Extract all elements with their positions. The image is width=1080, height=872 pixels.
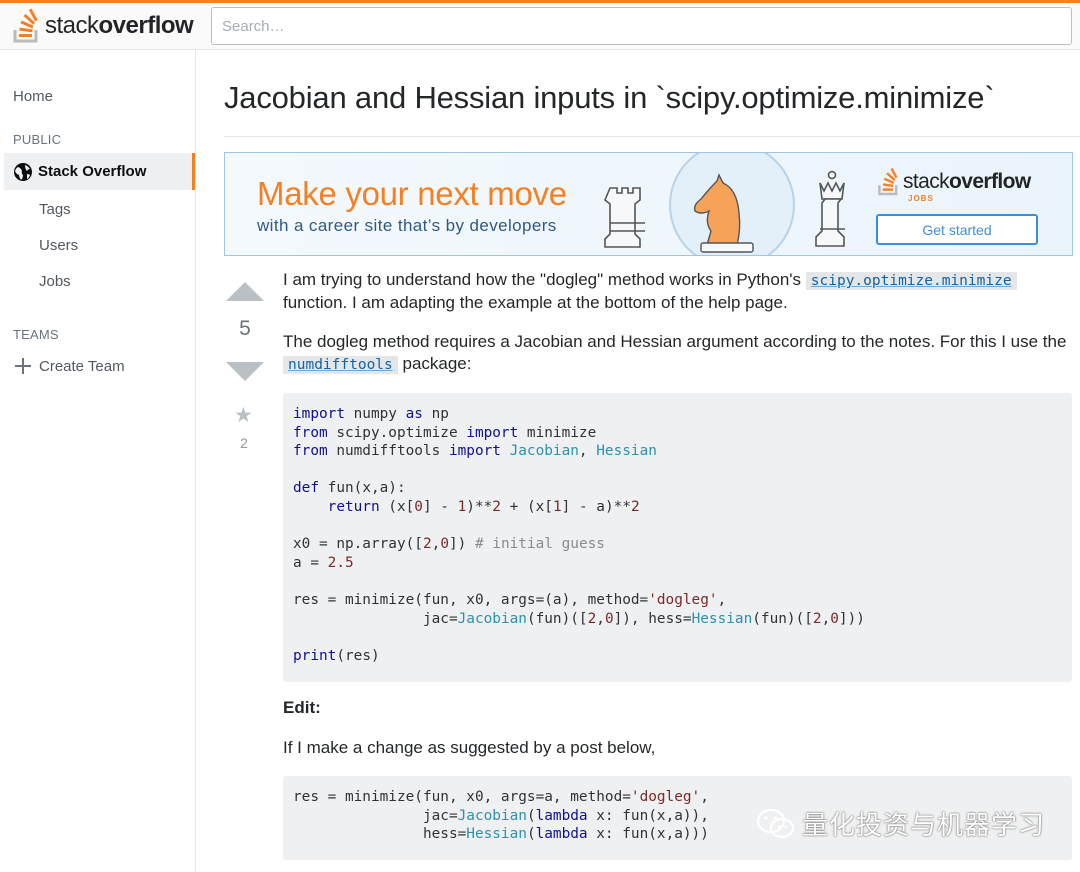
post-paragraph-2: The dogleg method requires a Jacobian an… xyxy=(283,331,1073,376)
jobs-ad-banner[interactable]: Make your next move with a career site t… xyxy=(224,152,1073,256)
sidebar-item-jobs[interactable]: Jobs xyxy=(39,273,71,290)
top-bar: stackoverflow xyxy=(0,0,1080,50)
left-sidebar: Home PUBLIC Stack Overflow Tags Users Jo… xyxy=(0,50,196,872)
downvote-arrow-icon[interactable] xyxy=(226,362,264,382)
post-text: function. I am adapting the example at t… xyxy=(283,293,788,312)
sidebar-item-home[interactable]: Home xyxy=(13,88,53,105)
post-text: The dogleg method requires a Jacobian an… xyxy=(283,332,1067,351)
scipy-minimize-link[interactable]: scipy.optimize.minimize xyxy=(805,272,1017,290)
ad-logo-bold: overflow xyxy=(949,170,1031,193)
code-line: import numpy as np xyxy=(293,406,449,422)
ad-jobs-tag: JOBS xyxy=(908,194,934,203)
post-text: package: xyxy=(397,354,472,373)
post-paragraph-1: I am trying to understand how the "dogle… xyxy=(283,269,1073,314)
sidebar-item-tags[interactable]: Tags xyxy=(39,201,71,218)
logo-text-bold: overflow xyxy=(98,12,194,39)
post-paragraph-3: If I make a change as suggested by a pos… xyxy=(283,738,656,757)
code-block-1[interactable]: import numpy as np from scipy.optimize im… xyxy=(283,393,1072,682)
favorite-star-icon[interactable]: ★ xyxy=(234,403,253,428)
numdifftools-link[interactable]: numdifftools xyxy=(283,356,398,374)
post-text: I am trying to understand how the "dogle… xyxy=(283,270,806,289)
code-line: return (x[0] - 1)**2 + (x[1] - a)**2 xyxy=(327,498,640,515)
code-line: jac=Jacobian(fun)([2,0]), hess=Hessian(f… xyxy=(293,610,865,627)
title-divider xyxy=(224,136,1080,137)
search-input[interactable] xyxy=(211,7,1072,45)
logo-text-light: stack xyxy=(45,12,99,39)
code-line: print(res) xyxy=(293,647,380,664)
sidebar-item-stack-overflow[interactable]: Stack Overflow xyxy=(4,153,195,190)
globe-icon xyxy=(14,162,32,181)
watermark-text: 量化投资与机器学习 xyxy=(802,810,1046,840)
code-line: def fun(x,a): xyxy=(293,480,406,497)
edit-heading: Edit: xyxy=(283,698,321,717)
sidebar-section-teams: TEAMS xyxy=(13,327,59,342)
code-line: res = minimize(fun, x0, args=a, method='… xyxy=(293,789,709,805)
create-team-link[interactable]: Create Team xyxy=(13,356,125,376)
ad-stackoverflow-logo: stackoverflow xyxy=(877,167,1031,197)
code-line: a = 2.5 xyxy=(293,554,354,571)
stackoverflow-logo-icon xyxy=(13,8,38,43)
code-line: from scipy.optimize import minimize xyxy=(293,424,597,441)
ad-headline: Make your next move xyxy=(257,175,567,212)
get-started-button[interactable]: Get started xyxy=(876,214,1038,245)
wechat-watermark: 量化投资与机器学习 xyxy=(756,805,1045,842)
ad-logo-light: stack xyxy=(903,170,950,193)
stackoverflow-logo-icon xyxy=(878,167,898,196)
stackoverflow-logo[interactable]: stackoverflow xyxy=(12,7,194,45)
sidebar-section-public: PUBLIC xyxy=(13,132,62,147)
plus-icon xyxy=(15,358,31,374)
code-line: from numdifftools import Jacobian, Hessi… xyxy=(293,443,657,460)
sidebar-item-label: Stack Overflow xyxy=(38,163,147,180)
favorite-count: 2 xyxy=(240,435,248,451)
wechat-icon xyxy=(756,808,795,838)
question-title[interactable]: Jacobian and Hessian inputs in `scipy.op… xyxy=(224,80,995,116)
sidebar-item-users[interactable]: Users xyxy=(39,237,78,254)
create-team-label: Create Team xyxy=(39,357,125,375)
code-line: x0 = np.array([2,0]) # initial guess xyxy=(293,536,605,553)
chess-pieces-illustration xyxy=(604,153,845,255)
vote-count: 5 xyxy=(239,317,251,340)
code-line: res = minimize(fun, x0, args=(a), method… xyxy=(293,591,727,608)
upvote-arrow-icon[interactable] xyxy=(226,282,264,302)
ad-subline: with a career site that’s by developers xyxy=(257,216,557,235)
